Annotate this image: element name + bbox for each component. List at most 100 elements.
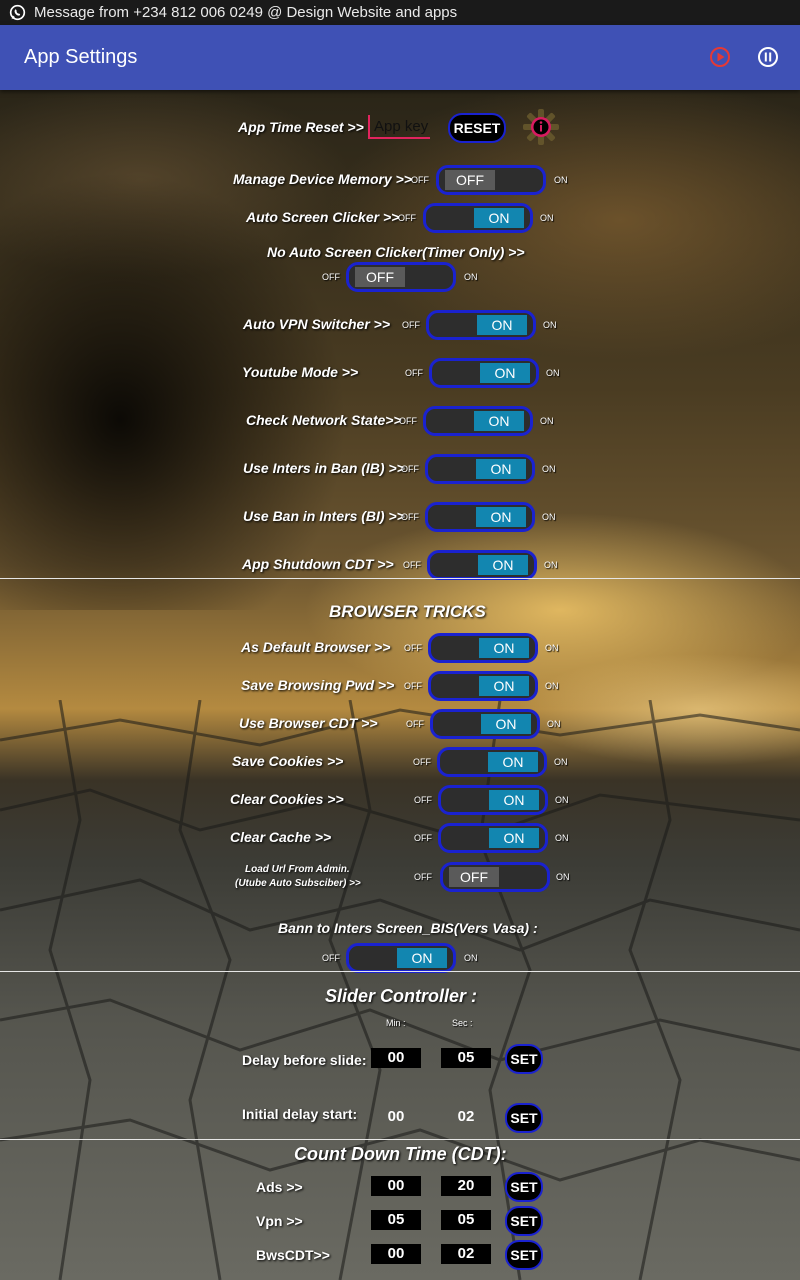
cdt-vpn-set-button[interactable]: SET <box>505 1206 543 1236</box>
toggle-label-use-inters-in-ban: Use Inters in Ban (IB) >> <box>243 460 405 476</box>
toggle-save-cookies[interactable]: ON <box>437 747 547 777</box>
info-icon[interactable] <box>522 108 560 146</box>
toggle-youtube-mode[interactable]: ON <box>429 358 539 388</box>
cdt-ads-sec[interactable]: 20 <box>441 1176 491 1196</box>
cdt-bws-sec[interactable]: 02 <box>441 1244 491 1264</box>
toggle-knob: ON <box>481 714 531 734</box>
cdt-bws-label: BwsCDT>> <box>256 1247 330 1263</box>
cdt-ads-min[interactable]: 00 <box>371 1176 421 1196</box>
toggle-label-save-browsing-pwd: Save Browsing Pwd >> <box>241 677 395 693</box>
off-caption: OFF <box>401 512 419 522</box>
delay-before-slide-set-button[interactable]: SET <box>505 1044 543 1074</box>
cdt-bws-min[interactable]: 00 <box>371 1244 421 1264</box>
on-caption: ON <box>556 872 570 882</box>
toggle-bann-to-inters[interactable]: ON <box>346 943 456 973</box>
toggle-use-ban-in-inters[interactable]: ON <box>425 502 535 532</box>
toggle-label-bann-to-inters: Bann to Inters Screen_BIS(Vers Vasa) : <box>278 920 538 936</box>
delay-before-slide-sec[interactable]: 05 <box>441 1048 491 1068</box>
toggle-save-browsing-pwd[interactable]: ON <box>428 671 538 701</box>
cdt-vpn-sec[interactable]: 05 <box>441 1210 491 1230</box>
off-caption: OFF <box>411 175 429 185</box>
toggle-auto-screen-clicker[interactable]: ON <box>423 203 533 233</box>
section-divider <box>0 578 800 579</box>
on-caption: ON <box>464 953 478 963</box>
toggle-label-auto-vpn-switcher: Auto VPN Switcher >> <box>243 316 391 332</box>
cdt-ads-set-button[interactable]: SET <box>505 1172 543 1202</box>
off-caption: OFF <box>401 464 419 474</box>
whatsapp-icon <box>9 4 26 21</box>
toggle-load-url-from-admin[interactable]: OFF <box>440 862 550 892</box>
toggle-knob: ON <box>478 555 528 575</box>
slider-controller-heading: Slider Controller : <box>325 986 478 1006</box>
toggle-knob: ON <box>479 676 529 696</box>
toggle-knob: OFF <box>355 267 405 287</box>
on-caption: ON <box>464 272 478 282</box>
status-bar: Message from +234 812 006 0249 @ Design … <box>0 0 800 25</box>
toggle-manage-device-memory[interactable]: OFF <box>436 165 546 195</box>
off-caption: OFF <box>398 213 416 223</box>
on-caption: ON <box>544 560 558 570</box>
toggle-knob: ON <box>397 948 447 968</box>
browser-tricks-heading: BROWSER TRICKS <box>329 602 486 621</box>
toggle-no-auto-screen-clicker[interactable]: OFF <box>346 262 456 292</box>
on-caption: ON <box>542 464 556 474</box>
toggle-knob: ON <box>479 638 529 658</box>
on-caption: ON <box>554 757 568 767</box>
off-caption: OFF <box>414 872 432 882</box>
toggle-label-load-url-line2: (Utube Auto Subsciber) >> <box>235 878 361 889</box>
on-caption: ON <box>547 719 561 729</box>
toggle-clear-cookies[interactable]: ON <box>438 785 548 815</box>
reset-button[interactable]: RESET <box>448 113 506 143</box>
toggle-label-load-url-line1: Load Url From Admin. <box>245 864 350 875</box>
toggle-label-manage-device-memory: Manage Device Memory >> <box>233 171 412 187</box>
off-caption: OFF <box>402 320 420 330</box>
delay-before-slide-min[interactable]: 00 <box>371 1048 421 1068</box>
toggle-label-auto-screen-clicker: Auto Screen Clicker >> <box>246 209 400 225</box>
initial-delay-start-sec[interactable]: 02 <box>441 1107 491 1127</box>
toggle-knob: ON <box>474 208 524 228</box>
app-key-input[interactable]: App key <box>368 115 430 139</box>
on-caption: ON <box>554 175 568 185</box>
toggle-check-network-state[interactable]: ON <box>423 406 533 436</box>
toggle-label-save-cookies: Save Cookies >> <box>232 753 344 769</box>
section-divider <box>0 1139 800 1140</box>
toggle-label-youtube-mode: Youtube Mode >> <box>242 364 359 380</box>
cdt-ads-label: Ads >> <box>256 1179 303 1195</box>
toggle-label-no-auto-screen-clicker: No Auto Screen Clicker(Timer Only) >> <box>267 244 525 260</box>
off-caption: OFF <box>404 681 422 691</box>
off-caption: OFF <box>403 560 421 570</box>
pause-icon[interactable] <box>757 46 779 68</box>
toggle-label-use-browser-cdt: Use Browser CDT >> <box>239 715 378 731</box>
cdt-bws-set-button[interactable]: SET <box>505 1240 543 1270</box>
on-caption: ON <box>545 681 559 691</box>
toggle-clear-cache[interactable]: ON <box>438 823 548 853</box>
on-caption: ON <box>545 643 559 653</box>
toggle-label-check-network-state: Check Network State>> <box>246 412 402 428</box>
off-caption: OFF <box>413 757 431 767</box>
toggle-label-clear-cookies: Clear Cookies >> <box>230 791 344 807</box>
background-shadow <box>0 90 420 610</box>
toggle-default-browser[interactable]: ON <box>428 633 538 663</box>
initial-delay-start-min[interactable]: 00 <box>371 1107 421 1127</box>
toggle-app-shutdown-cdt[interactable]: ON <box>427 550 537 580</box>
on-caption: ON <box>540 213 554 223</box>
record-icon[interactable] <box>709 46 731 68</box>
off-caption: OFF <box>399 416 417 426</box>
off-caption: OFF <box>405 368 423 378</box>
on-caption: ON <box>540 416 554 426</box>
toggle-use-inters-in-ban[interactable]: ON <box>425 454 535 484</box>
app-title: App Settings <box>24 46 138 68</box>
cdt-vpn-min[interactable]: 05 <box>371 1210 421 1230</box>
on-caption: ON <box>555 795 569 805</box>
toggle-knob: ON <box>480 363 530 383</box>
initial-delay-start-set-button[interactable]: SET <box>505 1103 543 1133</box>
cdt-vpn-label: Vpn >> <box>256 1213 303 1229</box>
toggle-knob: ON <box>489 790 539 810</box>
toggle-auto-vpn-switcher[interactable]: ON <box>426 310 536 340</box>
sec-column-label: Sec : <box>452 1018 473 1028</box>
section-divider <box>0 971 800 972</box>
toggle-label-use-ban-in-inters: Use Ban in Inters (BI) >> <box>243 508 405 524</box>
toggle-use-browser-cdt[interactable]: ON <box>430 709 540 739</box>
on-caption: ON <box>543 320 557 330</box>
min-column-label: Min : <box>386 1018 406 1028</box>
